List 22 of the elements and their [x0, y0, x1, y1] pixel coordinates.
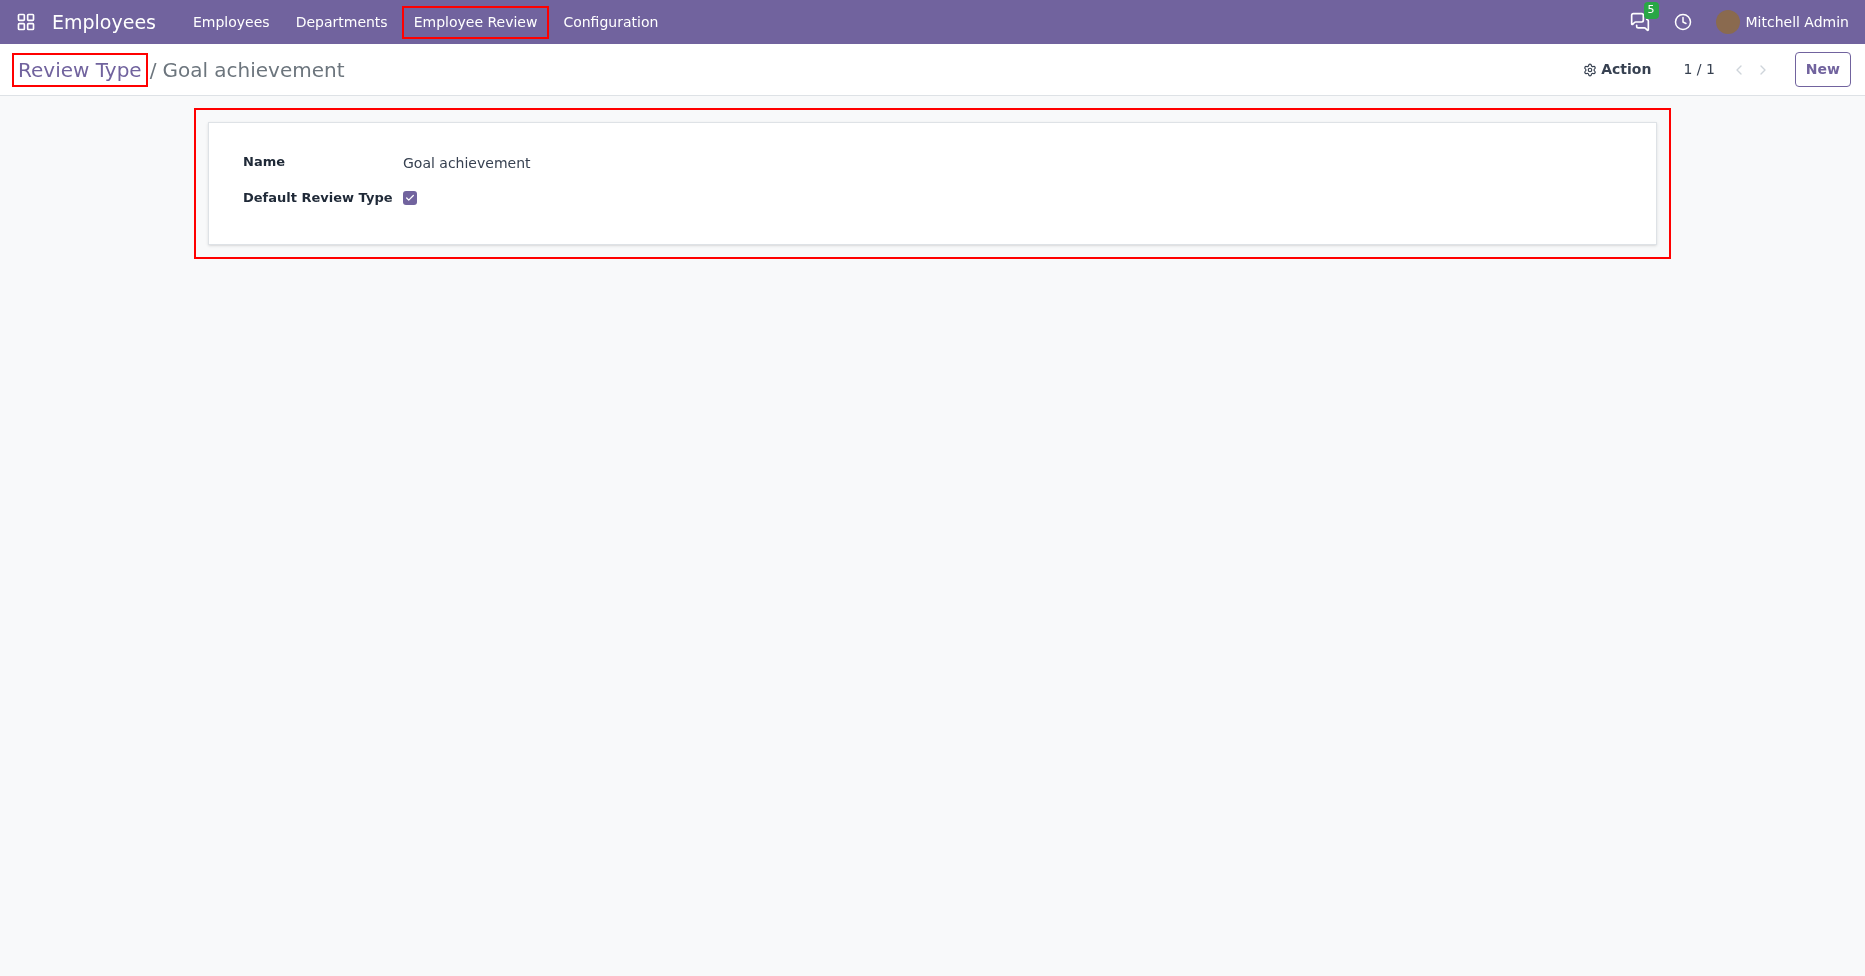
field-label: Default Review Type: [243, 189, 394, 207]
menu-item[interactable]: Departments: [285, 7, 398, 37]
check-icon: [405, 192, 415, 203]
gear-icon: [1583, 62, 1598, 77]
pager-value: 1 / 1: [1683, 60, 1715, 79]
message-count-badge: 5: [1643, 2, 1659, 19]
menu-item[interactable]: Configuration: [553, 7, 669, 37]
breadcrumb-separator: /: [149, 56, 157, 84]
checkbox[interactable]: [403, 190, 417, 205]
chat-icon[interactable]: [1629, 12, 1650, 32]
breadcrumb-current: Goal achievement: [162, 56, 345, 84]
field-label: Name: [243, 152, 286, 171]
apps-grid-icon[interactable]: [16, 12, 36, 32]
clock-icon[interactable]: [1673, 13, 1692, 31]
action-button[interactable]: Action: [1583, 59, 1652, 80]
new-button[interactable]: New: [1794, 52, 1851, 87]
menu-item[interactable]: Employees: [183, 7, 280, 37]
name-value: Goal achievement: [403, 154, 531, 173]
app-name[interactable]: Employees: [52, 7, 156, 37]
menu-item[interactable]: Employee Review: [403, 7, 548, 37]
breadcrumb-link[interactable]: Review Type: [14, 54, 146, 85]
user-name[interactable]: Mitchell Admin: [1745, 11, 1849, 33]
